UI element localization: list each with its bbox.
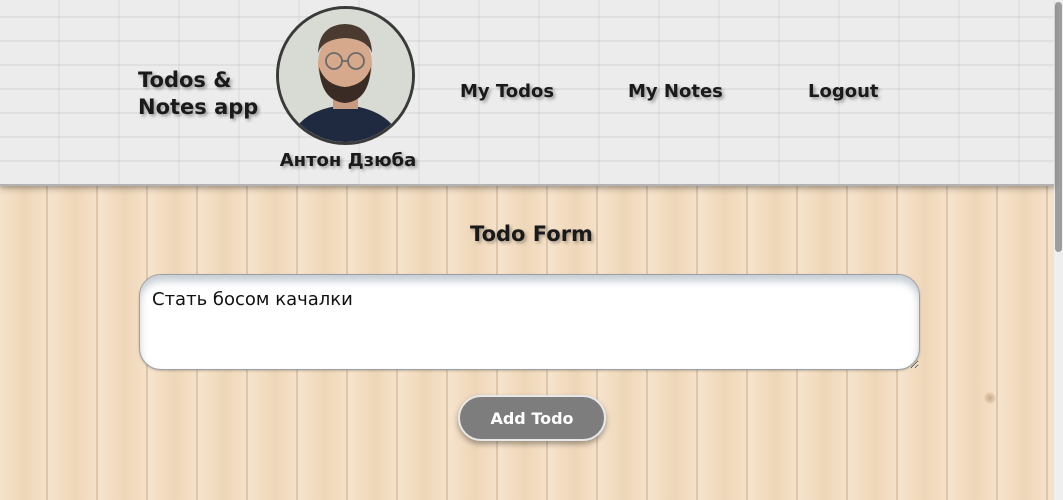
nav-my-todos[interactable]: My Todos — [460, 81, 554, 102]
avatar — [276, 6, 415, 145]
add-todo-button[interactable]: Add Todo — [458, 395, 606, 441]
user-photo — [279, 9, 412, 142]
form-title: Todo Form — [470, 222, 593, 246]
nav-my-notes[interactable]: My Notes — [628, 81, 723, 102]
wood-knot — [984, 392, 996, 404]
todo-text-input[interactable]: Стать босом качалки — [139, 274, 920, 370]
app-header: Todos & Notes app Антон Дзюба My Todos M… — [0, 0, 1054, 190]
scrollbar-thumb[interactable] — [1055, 2, 1062, 252]
page-scrollbar[interactable] — [1054, 0, 1063, 500]
nav-logout[interactable]: Logout — [808, 81, 879, 102]
app-brand: Todos & Notes app — [138, 68, 259, 119]
user-name: Антон Дзюба — [279, 150, 417, 171]
